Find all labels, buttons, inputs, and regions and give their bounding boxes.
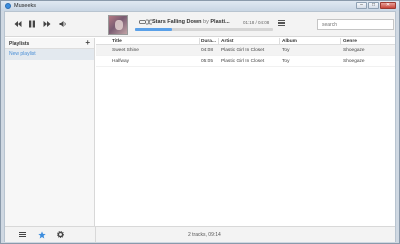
app-logo-icon	[5, 3, 11, 9]
status-bar: 2 tracks, 09:14	[5, 226, 395, 243]
by-label: by	[203, 19, 209, 25]
cell-duration: 05:05	[201, 59, 214, 64]
cell-artist: Plastic Girl In Closet	[221, 59, 265, 64]
maximize-button[interactable]: □	[368, 2, 379, 9]
add-playlist-button[interactable]: +	[85, 39, 90, 47]
cell-genre: Shoegaze	[343, 59, 365, 64]
prev-icon[interactable]	[14, 20, 22, 28]
column-duration[interactable]: Dura...	[201, 39, 216, 44]
star-icon[interactable]	[38, 231, 46, 239]
progress-fill	[135, 28, 173, 31]
sidebar-item-new-playlist[interactable]: New playlist	[5, 49, 94, 60]
volume-icon[interactable]	[59, 20, 67, 28]
list-icon[interactable]	[278, 20, 285, 26]
close-button[interactable]: ✕	[380, 2, 396, 9]
cell-genre: Shoegaze	[343, 48, 365, 53]
table-header: Title Dura... Artist Album Genre	[96, 38, 395, 45]
gear-icon[interactable]	[56, 230, 64, 239]
column-genre[interactable]: Genre	[343, 39, 357, 44]
column-divider	[218, 38, 219, 45]
playback-time: 01:18 / 04:08	[243, 19, 270, 25]
cell-duration: 04:08	[201, 48, 214, 53]
window-controls: – □ ✕	[356, 2, 396, 9]
track-count-status: 2 tracks, 09:14	[188, 232, 221, 238]
table-row[interactable]: Sweet Shine 04:08 Plastic Girl In Closet…	[96, 45, 395, 56]
minimize-button[interactable]: –	[356, 2, 367, 9]
cell-album: Toy	[282, 59, 290, 64]
playlists-heading: Playlists	[9, 41, 30, 47]
progress-bar[interactable]	[135, 28, 273, 31]
window-title: Museeks	[14, 3, 37, 9]
player-toolbar: Stars Falling Down by Plasti... 01:18 / …	[5, 12, 395, 37]
cell-title: Sweet Shine	[112, 48, 139, 53]
cell-artist: Plastic Girl In Closet	[221, 48, 265, 53]
search-input[interactable]	[317, 19, 394, 30]
repeat-icon[interactable]	[139, 19, 146, 27]
app-window: Museeks – □ ✕ Stars Falling Down by Plas…	[0, 0, 400, 244]
pause-icon[interactable]	[28, 20, 36, 28]
album-art	[108, 15, 128, 35]
column-divider	[199, 38, 200, 45]
tracks-table: Title Dura... Artist Album Genre Sweet S…	[96, 38, 395, 67]
cell-album: Toy	[282, 48, 290, 53]
track-title: Stars Falling Down	[152, 19, 202, 25]
table-row[interactable]: Halfway 05:05 Plastic Girl In Closet Toy…	[96, 56, 395, 67]
sidebar: Playlists + New playlist	[5, 38, 95, 226]
sidebar-header: Playlists +	[5, 38, 94, 49]
column-divider	[279, 38, 280, 45]
column-divider	[340, 38, 341, 45]
now-playing-info: Stars Falling Down by Plasti...	[152, 19, 230, 25]
cell-title: Halfway	[112, 59, 130, 64]
column-album[interactable]: Album	[282, 39, 297, 44]
title-bar: Museeks – □ ✕	[1, 1, 399, 11]
track-artist: Plasti...	[210, 19, 230, 25]
column-artist[interactable]: Artist	[221, 39, 234, 44]
column-title[interactable]: Title	[112, 39, 122, 44]
library-icon[interactable]	[18, 231, 26, 239]
app-client: Stars Falling Down by Plasti... 01:18 / …	[4, 11, 396, 243]
next-icon[interactable]	[43, 20, 51, 28]
footer-divider	[95, 227, 96, 243]
